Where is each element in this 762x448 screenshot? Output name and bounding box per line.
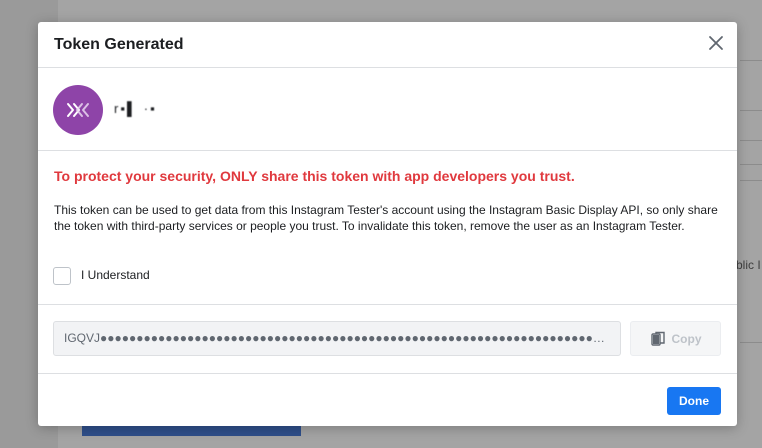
close-icon[interactable] [707, 34, 725, 52]
user-row: r▪▌ ·▪ [38, 68, 737, 151]
token-row: IGQVJ●●●●●●●●●●●●●●●●●●●●●●●●●●●●●●●●●●●… [38, 305, 737, 374]
token-generated-dialog: Token Generated r▪▌ ·▪ To protect your s… [38, 22, 737, 426]
redacted-username: r▪▌ ·▪ [114, 101, 157, 116]
app-logo-icon [67, 103, 89, 117]
avatar [53, 85, 103, 135]
background-divider [740, 164, 762, 165]
security-warning: To protect your security, ONLY share thi… [54, 168, 575, 184]
token-field[interactable]: IGQVJ●●●●●●●●●●●●●●●●●●●●●●●●●●●●●●●●●●●… [53, 321, 621, 356]
background-divider [740, 180, 762, 181]
dialog-content: To protect your security, ONLY share thi… [38, 151, 737, 305]
copy-button-label: Copy [671, 331, 702, 346]
token-description: This token can be used to get data from … [54, 203, 718, 233]
dialog-header: Token Generated [38, 22, 737, 68]
dialog-title: Token Generated [54, 36, 184, 53]
background-divider [740, 140, 762, 141]
background-text: blic I [736, 258, 761, 272]
understand-checkbox-label[interactable]: I Understand [81, 268, 150, 282]
copy-button[interactable]: Copy [630, 321, 721, 356]
background-divider [740, 110, 762, 111]
background-divider [740, 342, 762, 343]
done-button[interactable]: Done [667, 387, 721, 415]
background-divider [740, 60, 762, 61]
dialog-footer: Done [38, 374, 737, 427]
copy-icon [650, 331, 665, 346]
understand-checkbox[interactable] [53, 267, 71, 285]
